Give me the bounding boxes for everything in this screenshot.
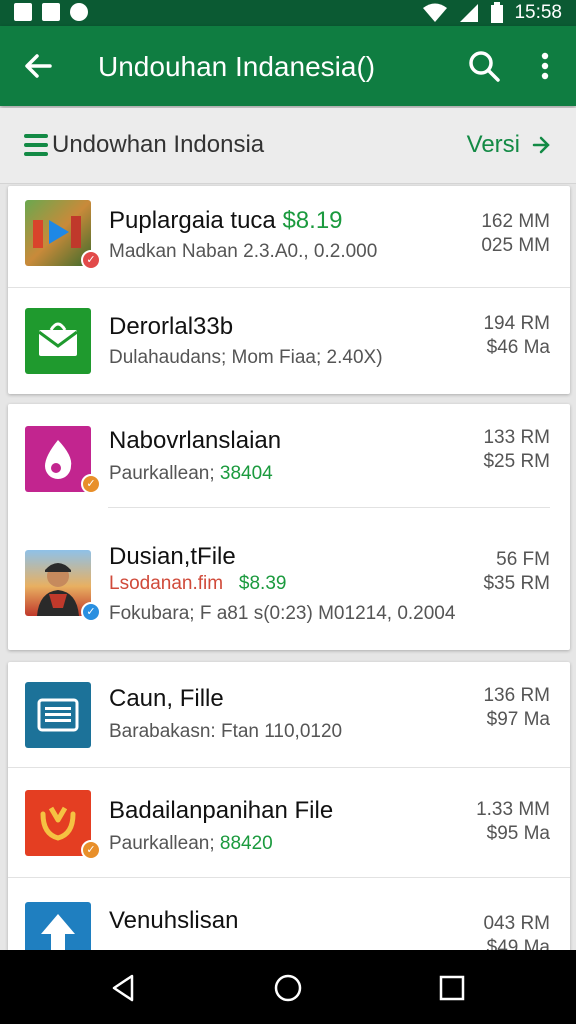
versi-label: Versi — [466, 131, 520, 158]
system-nav-bar — [0, 950, 576, 1024]
mail-icon — [38, 322, 78, 356]
list-item[interactable]: ✓ Dusian,tFile Lsodanan.fim $8.39 Fokuba… — [8, 508, 570, 650]
list-item[interactable]: ✓ Badailanpanihan File Paurkallean; 8842… — [8, 768, 570, 878]
list-item[interactable]: Caun, Fille Barabakasn: Ftan 110,0120 13… — [8, 662, 570, 768]
item-subtitle: Fokubara; F a81 s(0:23) M01214, 0.2004 — [109, 603, 456, 624]
app-title: Undouhan Indanesia() — [98, 51, 376, 82]
vpn-icon — [70, 3, 88, 21]
more-options-icon[interactable] — [530, 48, 560, 84]
list-item[interactable]: Venuhslisan 043 RM $49 Ma — [8, 878, 570, 952]
wifi-icon — [423, 3, 448, 22]
versi-button[interactable]: Versi — [467, 130, 552, 160]
list-menu-icon[interactable] — [24, 134, 48, 156]
back-arrow-icon[interactable] — [20, 48, 56, 84]
download-card: Caun, Fille Barabakasn: Ftan 110,0120 13… — [8, 662, 570, 952]
document-app-icon — [25, 682, 91, 748]
list-item[interactable]: ✓ Nabovrlanslaian Paurkallean; 38404 133… — [8, 404, 570, 508]
list-item[interactable]: Derorlal33b Dulahaudans; Mom Fiaa; 2.40X… — [8, 288, 570, 394]
item-subtitle-red: Lsodanan.fim $8.39 — [109, 573, 287, 594]
twitter-badge-icon: ✓ — [81, 602, 101, 622]
item-subtitle: Paurkallean; 38404 — [109, 463, 273, 484]
person-photo — [25, 550, 91, 616]
signal-icon — [460, 4, 479, 22]
upload-arrow-icon — [41, 914, 75, 952]
item-name: Caun, Fille — [109, 685, 224, 712]
download-card: ✓ Nabovrlanslaian Paurkallean; 38404 133… — [8, 404, 570, 650]
item-name: Puplargaia tuca $8.19 — [109, 207, 343, 234]
person-avatar-icon — [37, 563, 79, 616]
item-name: Nabovrlanslaian — [109, 427, 282, 454]
item-name: Venuhslisan — [109, 907, 239, 934]
item-subtitle: Dulahaudans; Mom Fiaa; 2.40X) — [109, 347, 383, 368]
section-header: Undowhan Indonsia Versi — [0, 108, 576, 184]
download-card: ✓ Puplargaia tuca $8.19 Madkan Naban 2.3… — [8, 186, 570, 394]
item-size-top: 136 RM — [483, 685, 550, 706]
item-size-top: 162 MM — [481, 211, 550, 232]
app-bar: Undouhan Indanesia() — [0, 26, 576, 106]
chevron-right-icon — [532, 136, 550, 154]
item-price: $8.19 — [282, 207, 343, 234]
item-size-bottom: 025 MM — [481, 235, 550, 256]
item-size-bottom: $25 RM — [483, 451, 550, 472]
upload-app-icon — [25, 902, 91, 952]
nav-recents-icon[interactable] — [436, 972, 468, 1004]
item-size-top: 194 RM — [483, 313, 550, 334]
item-subtitle: Madkan Naban 2.3.A0., 0.2.000 — [109, 241, 378, 262]
verified-badge-icon: ✓ — [81, 474, 101, 494]
item-subtitle: Paurkallean; 88420 — [109, 833, 273, 854]
notification-icon — [14, 3, 32, 21]
item-name: Dusian,tFile — [109, 543, 236, 570]
document-icon — [37, 698, 79, 732]
search-icon[interactable] — [466, 48, 502, 84]
status-time: 15:58 — [514, 2, 562, 23]
item-subtitle: Barabakasn: Ftan 110,0120 — [109, 721, 343, 742]
item-size-bottom: $35 RM — [483, 573, 550, 594]
battery-icon — [491, 2, 504, 23]
list-item[interactable]: ✓ Puplargaia tuca $8.19 Madkan Naban 2.3… — [8, 186, 570, 288]
item-size-top: 043 RM — [483, 913, 550, 934]
nav-home-icon[interactable] — [272, 972, 304, 1004]
sim-icon — [42, 3, 60, 21]
item-size-top: 133 RM — [483, 427, 550, 448]
item-name: Derorlal33b — [109, 313, 234, 340]
item-size-top: 56 FM — [496, 549, 550, 570]
item-name: Badailanpanihan File — [109, 797, 334, 824]
item-size-bottom: $95 Ma — [486, 823, 550, 844]
section-title: Undowhan Indonsia — [52, 131, 265, 158]
item-size-top: 1.33 MM — [476, 799, 550, 820]
verified-badge-icon: ✓ — [81, 840, 101, 860]
mail-app-icon — [25, 308, 91, 374]
nav-back-icon[interactable] — [108, 972, 140, 1004]
status-bar: 15:58 — [0, 0, 576, 26]
verified-badge-icon: ✓ — [81, 250, 101, 270]
item-size-bottom: $46 Ma — [486, 337, 550, 358]
item-size-bottom: $97 Ma — [486, 709, 550, 730]
